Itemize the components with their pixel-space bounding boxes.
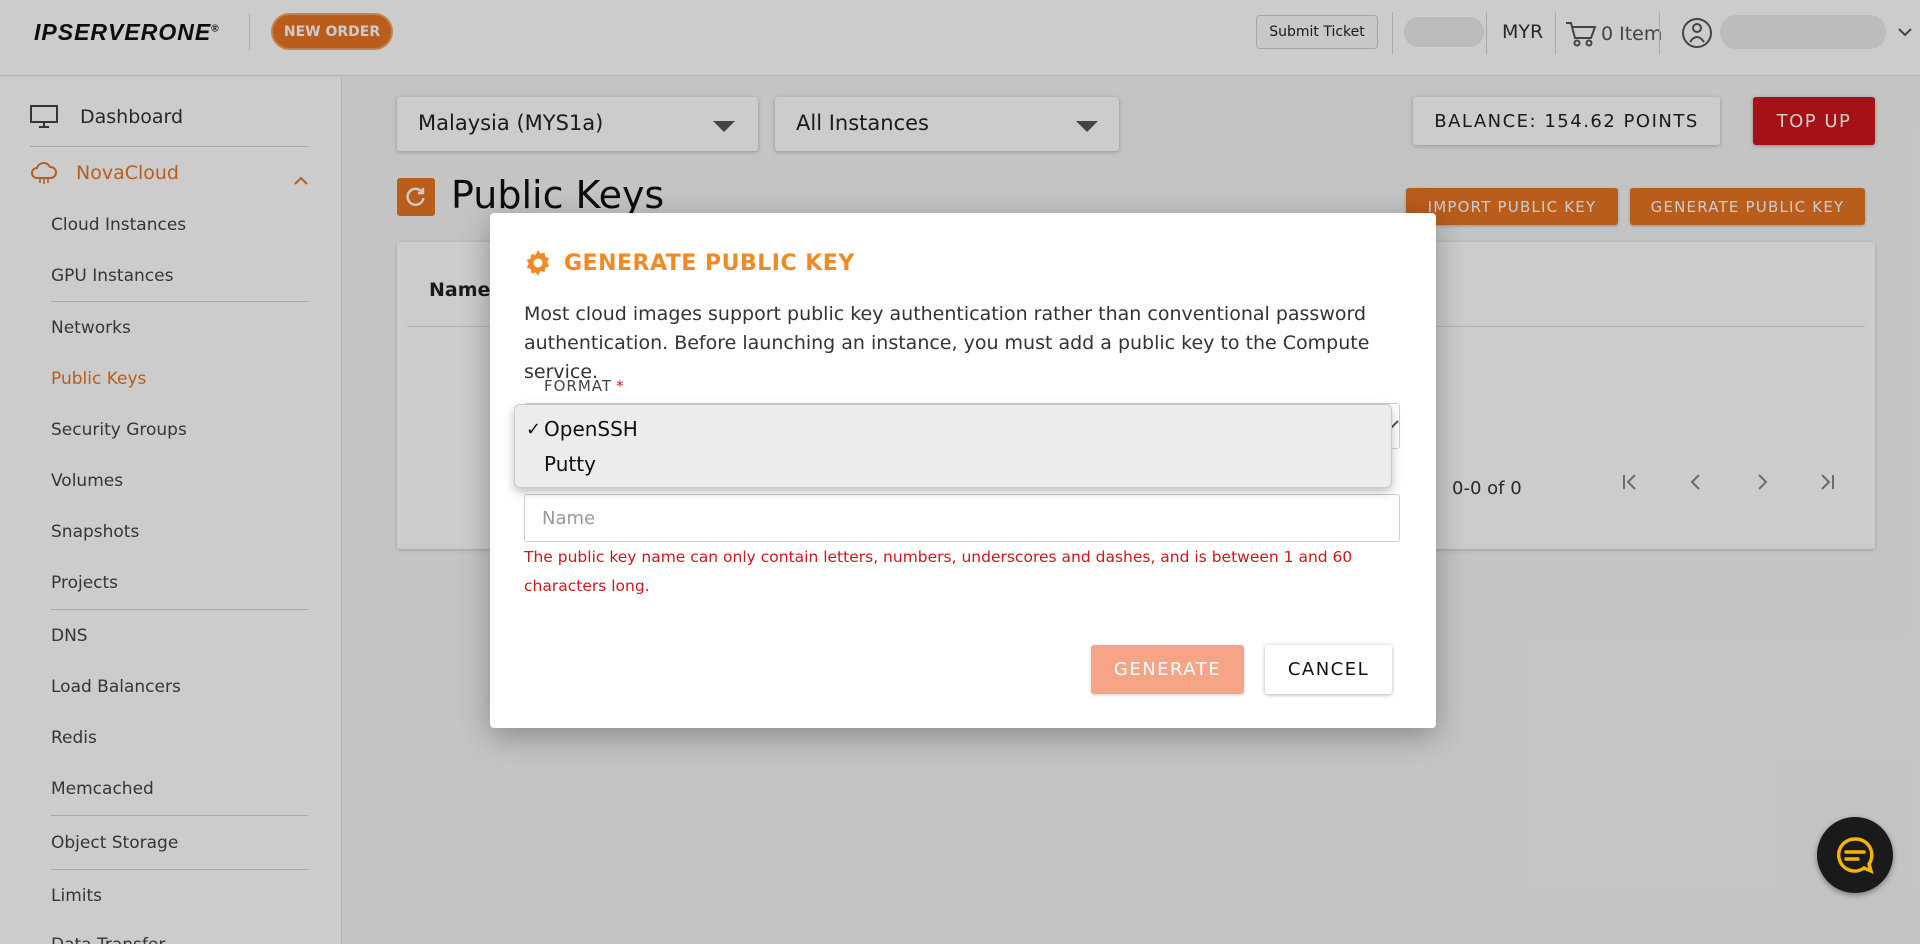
format-option-putty[interactable]: Putty <box>526 452 596 476</box>
chat-button[interactable] <box>1817 817 1893 893</box>
format-dropdown-menu: ✓ OpenSSH Putty <box>514 404 1392 488</box>
cancel-button[interactable]: CANCEL <box>1265 645 1392 694</box>
format-option-openssh[interactable]: ✓ OpenSSH <box>526 417 638 441</box>
generate-button[interactable]: GENERATE <box>1091 645 1244 694</box>
option-label: Putty <box>544 452 596 476</box>
dialog-title: GENERATE PUBLIC KEY <box>524 249 855 277</box>
dialog-title-text: GENERATE PUBLIC KEY <box>564 250 855 276</box>
format-label: FORMAT * <box>544 377 625 395</box>
format-label-text: FORMAT <box>544 377 613 395</box>
gear-icon <box>526 250 550 276</box>
name-error-message: The public key name can only contain let… <box>524 548 1353 595</box>
key-name-input[interactable] <box>524 494 1400 542</box>
required-mark: * <box>616 377 625 395</box>
dialog-description: Most cloud images support public key aut… <box>524 303 1370 383</box>
checkmark-icon: ✓ <box>526 418 542 440</box>
chat-icon <box>1836 837 1874 875</box>
option-label: OpenSSH <box>544 417 638 441</box>
